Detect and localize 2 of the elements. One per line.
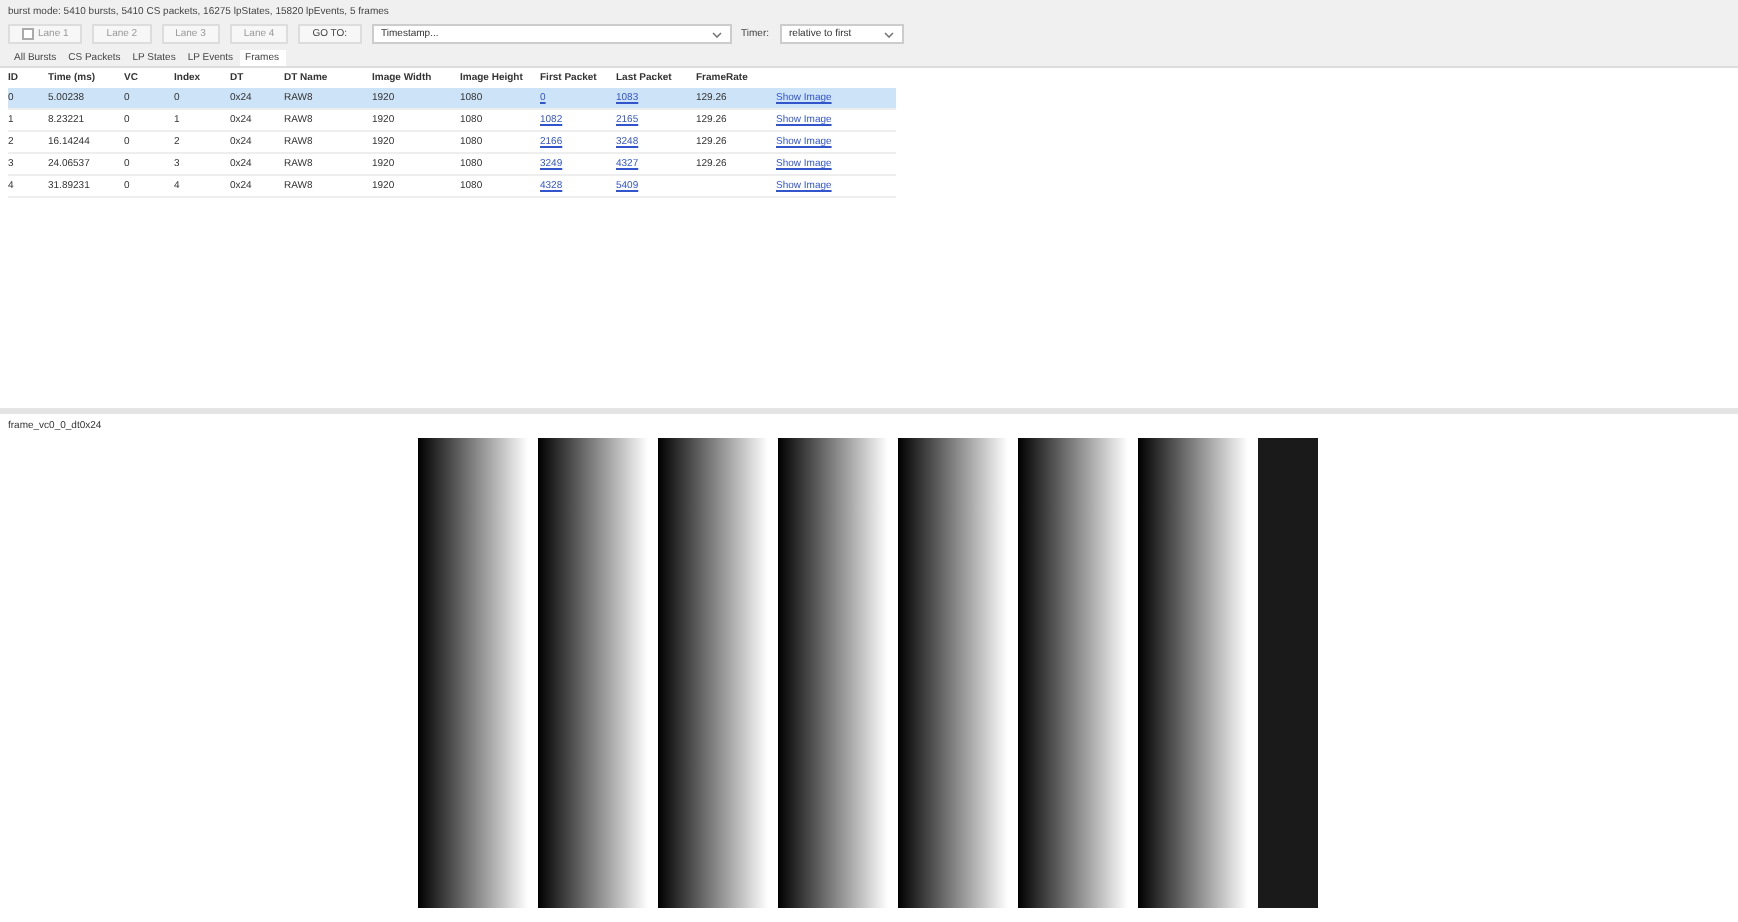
caret-icon xyxy=(711,31,722,37)
caret-icon xyxy=(883,31,893,37)
